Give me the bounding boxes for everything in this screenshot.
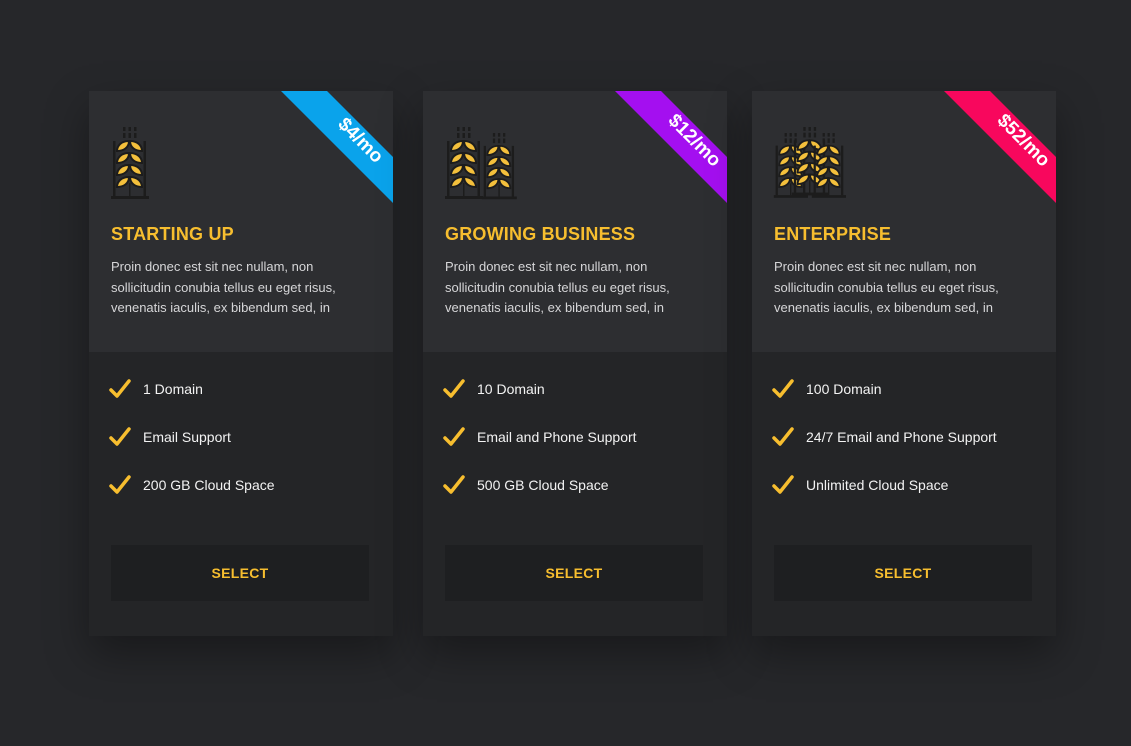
plan-title: GROWING BUSINESS [445, 224, 636, 244]
select-button[interactable]: SELECT [774, 545, 1032, 601]
plan-description: Proin donec est sit nec nullam, non soll… [774, 259, 999, 315]
feature-label: 24/7 Email and Phone Support [806, 429, 997, 445]
feature-item: 200 GB Cloud Space [109, 473, 379, 521]
check-icon [109, 379, 131, 398]
feature-label: Email and Phone Support [477, 429, 637, 445]
wheat-triple-icon [772, 127, 847, 199]
plan-description: Proin donec est sit nec nullam, non soll… [111, 259, 336, 315]
feature-item: Email Support [109, 425, 379, 473]
feature-list: 100 Domain 24/7 Email and Phone Support … [772, 377, 1042, 521]
select-button[interactable]: SELECT [445, 545, 703, 601]
check-icon [772, 427, 794, 446]
check-icon [772, 379, 794, 398]
check-icon [109, 475, 131, 494]
feature-label: 200 GB Cloud Space [143, 477, 275, 493]
plan-description: Proin donec est sit nec nullam, non soll… [445, 259, 670, 315]
check-icon [443, 475, 465, 494]
feature-label: 500 GB Cloud Space [477, 477, 609, 493]
check-icon [109, 427, 131, 446]
feature-item: 100 Domain [772, 377, 1042, 425]
check-icon [443, 379, 465, 398]
plan-title: STARTING UP [111, 224, 234, 244]
feature-label: 1 Domain [143, 381, 203, 397]
pricing-card-growing-business: $12/mo GROWING BUSINESS Proin donec est … [423, 91, 727, 636]
plan-title: ENTERPRISE [774, 224, 892, 244]
check-icon [772, 475, 794, 494]
feature-item: 24/7 Email and Phone Support [772, 425, 1042, 473]
wheat-double-icon [444, 127, 518, 201]
check-icon [443, 427, 465, 446]
feature-item: Unlimited Cloud Space [772, 473, 1042, 521]
select-button[interactable]: SELECT [111, 545, 369, 601]
feature-item: Email and Phone Support [443, 425, 713, 473]
feature-label: Email Support [143, 429, 231, 445]
feature-list: 10 Domain Email and Phone Support 500 GB… [443, 377, 713, 521]
feature-label: 10 Domain [477, 381, 545, 397]
feature-item: 1 Domain [109, 377, 379, 425]
price-ribbon: $12/mo [615, 91, 727, 203]
feature-item: 500 GB Cloud Space [443, 473, 713, 521]
feature-label: Unlimited Cloud Space [806, 477, 949, 493]
price-ribbon: $52/mo [944, 91, 1056, 203]
pricing-card-enterprise: $52/mo ENTERPRISE Proin donec est sit ne… [752, 91, 1056, 636]
price-ribbon: $4/mo [281, 91, 393, 203]
feature-list: 1 Domain Email Support 200 GB Cloud Spac… [109, 377, 379, 521]
feature-item: 10 Domain [443, 377, 713, 425]
pricing-card-starting-up: $4/mo STARTING UP Proin donec est sit ne… [89, 91, 393, 636]
feature-label: 100 Domain [806, 381, 882, 397]
wheat-icon [110, 127, 150, 200]
